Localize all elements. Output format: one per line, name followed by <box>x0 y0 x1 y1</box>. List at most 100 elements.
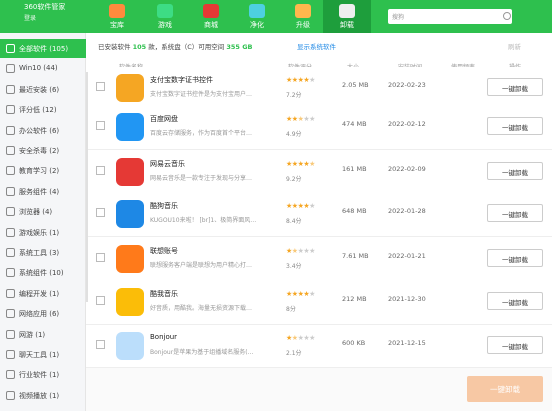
sidebar-item[interactable]: 系统工具 (3) <box>0 243 86 262</box>
uninstall-button[interactable]: 一键卸载 <box>487 78 543 96</box>
app-name: 酷我音乐 <box>150 290 178 298</box>
row-checkbox[interactable] <box>96 121 105 130</box>
software-row: 支付宝数字证书控件 支付宝数字证书控件是为支付宝用户… ★★★★★ 7.2分 2.05 … <box>86 67 552 111</box>
category-icon <box>6 248 15 257</box>
app-icon <box>116 200 144 228</box>
app-score: 3.4分 <box>286 263 302 270</box>
software-row: Bonjour Bonjour是苹果为基于组播域名服务(… ★★★★★ 2.1分 600… <box>86 325 552 369</box>
search-icon[interactable] <box>503 12 511 20</box>
install-date: 2022-01-28 <box>388 207 426 215</box>
sidebar-item-label: 系统工具 (3) <box>19 249 60 257</box>
sidebar-item[interactable]: Win10 (44) <box>0 59 86 78</box>
sidebar-item[interactable]: 安全杀毒 (2) <box>0 141 86 160</box>
sidebar-item-label: Win10 (44) <box>19 64 58 73</box>
sidebar-item[interactable]: 全部软件 (105) <box>0 39 86 58</box>
scrollbar[interactable] <box>86 72 88 302</box>
software-row: 百度网盘 百度云存储服务，作为百度首个平台… ★★★★★ 4.9分 474 MB 2022… <box>86 106 552 150</box>
category-icon <box>6 207 15 217</box>
uninstall-button[interactable]: 一键卸载 <box>487 204 543 222</box>
app-name: 网易云音乐 <box>150 160 185 168</box>
sidebar-item[interactable]: 教育学习 (2) <box>0 161 86 180</box>
uninstall-button[interactable]: 一键卸载 <box>487 336 543 354</box>
sidebar-item-label: 评分低 (12) <box>19 106 57 115</box>
show-system-software-link[interactable]: 显示系统软件 <box>297 41 336 51</box>
app-description: 支付宝数字证书控件是为支付宝用户… <box>150 91 253 98</box>
sidebar-item-label: 网络应用 (6) <box>19 310 60 319</box>
nav-store[interactable]: 商城 <box>187 0 235 33</box>
sidebar-item-label: 最近安装 (6) <box>19 85 60 94</box>
sidebar-item[interactable]: 行业软件 (1) <box>0 365 86 384</box>
app-name: 百度网盘 <box>150 115 178 123</box>
trash-icon <box>339 4 355 18</box>
category-icon <box>6 288 15 298</box>
app-name: 支付宝数字证书控件 <box>150 76 213 84</box>
app-icon <box>116 245 144 273</box>
app-score: 7.2分 <box>286 92 302 99</box>
app-icon <box>116 74 144 102</box>
nav-purify[interactable]: 净化 <box>233 0 281 33</box>
row-checkbox[interactable] <box>96 253 105 262</box>
search-input[interactable]: 搜狗 <box>388 9 512 24</box>
sidebar-item[interactable]: 最近安装 (6) <box>0 80 86 99</box>
sidebar-item-label: 网游 (1) <box>19 330 46 339</box>
nav-upgrade[interactable]: 升级 <box>279 0 327 33</box>
install-date: 2022-02-23 <box>388 81 426 89</box>
app-description: Bonjour是苹果为基于组播域名服务(… <box>150 349 254 356</box>
login-link[interactable]: 登录 <box>24 13 36 22</box>
sidebar-item[interactable]: 网络应用 (6) <box>0 304 86 323</box>
sidebar-item-label: 游戏娱乐 (1) <box>19 228 60 237</box>
sidebar-item[interactable]: 视频播放 (1) <box>0 386 86 405</box>
sidebar-item[interactable]: 浏览器 (4) <box>0 202 86 221</box>
sidebar-item-label: 浏览器 (4) <box>19 208 53 217</box>
purify-icon <box>249 4 265 18</box>
sidebar-item[interactable]: 系统组件 (10) <box>0 263 86 282</box>
sidebar-item[interactable]: 编程开发 (1) <box>0 284 86 303</box>
install-date: 2022-02-12 <box>388 120 426 128</box>
star-rating: ★★★★★ <box>286 290 315 298</box>
uninstall-selected-button[interactable]: 一键卸载 <box>467 376 543 402</box>
row-checkbox[interactable] <box>96 208 105 217</box>
upgrade-icon <box>295 4 311 18</box>
nav-treasury[interactable]: 宝库 <box>93 0 141 33</box>
treasury-icon <box>109 4 125 18</box>
sidebar-item[interactable]: 网游 (1) <box>0 325 86 344</box>
sidebar-item[interactable]: 聊天工具 (1) <box>0 345 86 364</box>
app-size: 7.61 MB <box>342 252 369 260</box>
category-icon <box>6 186 15 196</box>
app-window: 360软件管家 登录 宝库 游戏 商城 净化 升级 卸载 搜狗 全部软件 (10… <box>0 0 552 411</box>
sidebar-item-label: 行业软件 (1) <box>19 371 60 380</box>
category-icon <box>6 166 15 176</box>
star-rating: ★★★★★ <box>286 160 315 168</box>
install-date: 2022-02-09 <box>388 165 426 173</box>
star-rating: ★★★★★ <box>286 334 315 342</box>
app-icon <box>116 158 144 186</box>
app-size: 600 KB <box>342 339 366 347</box>
app-description: KUGOU10来啦！ [br]1、极简界面风… <box>150 217 257 224</box>
nav-uninstall[interactable]: 卸载 <box>323 0 371 33</box>
sidebar-item-label: 全部软件 (105) <box>19 45 69 53</box>
sidebar-item-label: 办公软件 (6) <box>19 126 60 135</box>
nav-games[interactable]: 游戏 <box>141 0 189 33</box>
refresh-button[interactable]: 刷新 <box>508 41 521 51</box>
category-icon <box>6 105 15 115</box>
category-icon <box>6 64 15 74</box>
sidebar-item-label: 聊天工具 (1) <box>19 351 60 359</box>
uninstall-button[interactable]: 一键卸载 <box>487 249 543 267</box>
app-description: 联想服务客户端是联想为用户精心打… <box>150 262 253 269</box>
row-checkbox[interactable] <box>96 82 105 91</box>
row-checkbox[interactable] <box>96 296 105 305</box>
uninstall-button[interactable]: 一键卸载 <box>487 117 543 135</box>
sidebar-item[interactable]: 服务组件 (4) <box>0 182 86 201</box>
sidebar-item[interactable]: 游戏娱乐 (1) <box>0 223 86 242</box>
star-rating: ★★★★★ <box>286 202 315 210</box>
category-icon <box>6 227 15 237</box>
row-checkbox[interactable] <box>96 340 105 349</box>
app-score: 8.4分 <box>286 218 302 225</box>
app-icon <box>116 332 144 360</box>
uninstall-button[interactable]: 一键卸载 <box>487 292 543 310</box>
row-checkbox[interactable] <box>96 166 105 175</box>
uninstall-button[interactable]: 一键卸载 <box>487 162 543 180</box>
install-date: 2021-12-15 <box>388 339 426 347</box>
sidebar-item[interactable]: 办公软件 (6) <box>0 121 86 140</box>
sidebar-item[interactable]: 评分低 (12) <box>0 100 86 119</box>
